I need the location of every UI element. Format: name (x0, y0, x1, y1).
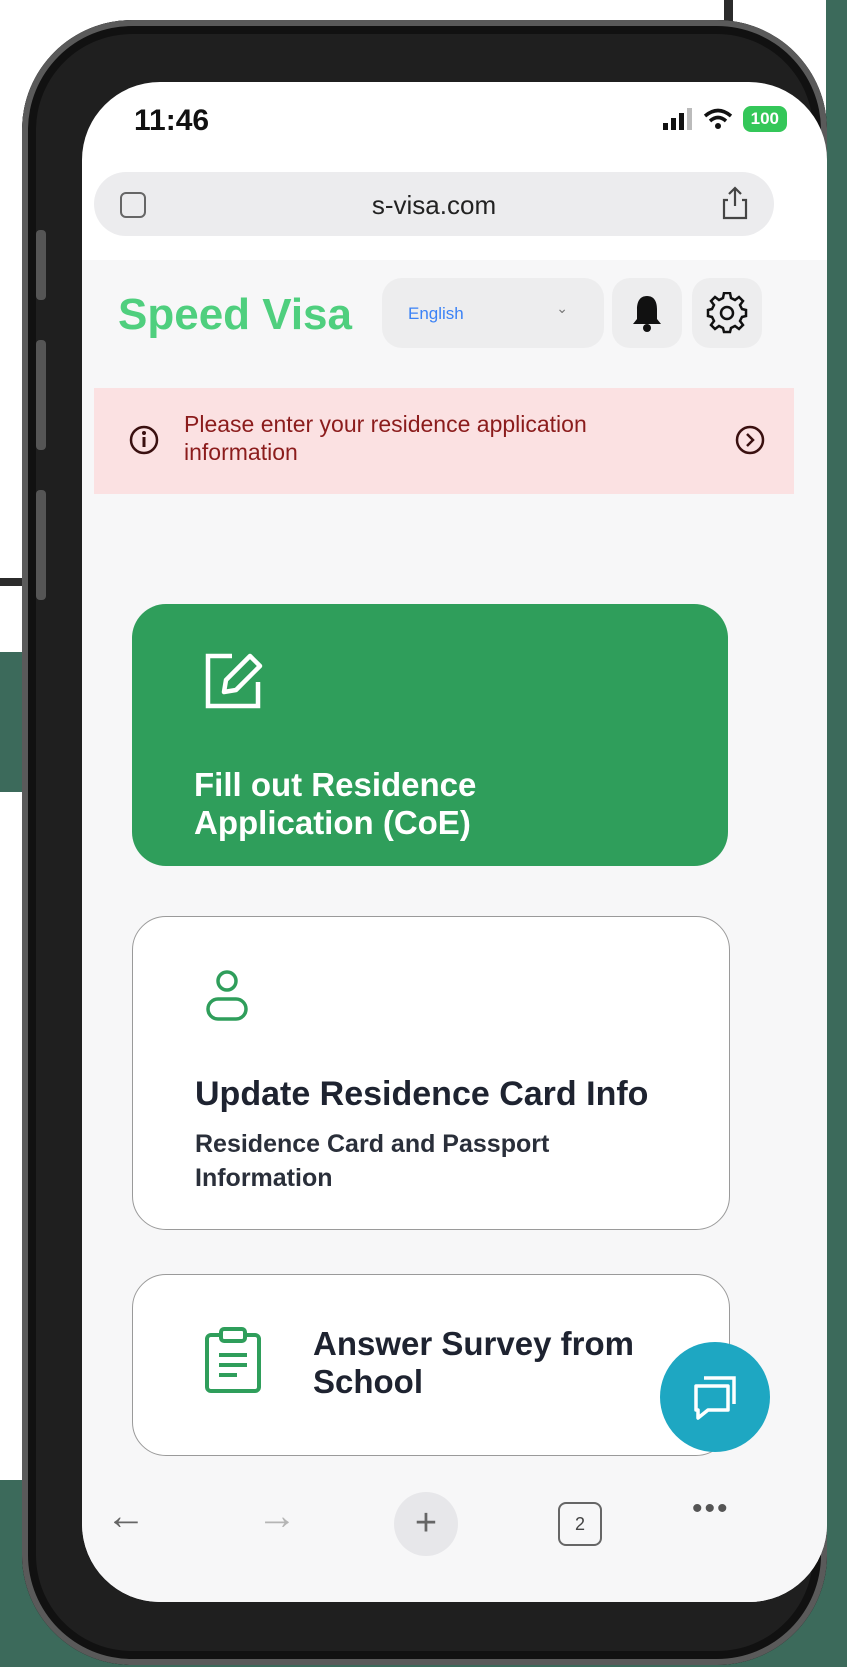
fill-coe-title-line: Fill out Residence (194, 766, 477, 803)
info-icon (129, 425, 159, 455)
survey-card[interactable]: Answer Survey from School (132, 1274, 730, 1456)
notifications-button[interactable] (612, 278, 682, 348)
update-residence-title: Update Residence Card Info (195, 1075, 649, 1113)
phone-side-button (36, 340, 46, 450)
background-panel-right (826, 0, 847, 1667)
edit-icon (205, 653, 263, 709)
status-bar: 11:46 100 (82, 82, 827, 160)
alert-banner[interactable]: Please enter your residence application … (94, 388, 794, 494)
forward-arrow-icon[interactable]: → (257, 1494, 297, 1539)
phone-screen: 11:46 100 s-visa.com Speed Visa English … (82, 82, 827, 1602)
main-content: Please enter your residence application … (82, 370, 827, 1500)
bell-icon (633, 296, 661, 332)
language-label: English (408, 304, 464, 323)
survey-title-line: Answer Survey from (313, 1325, 634, 1362)
language-select[interactable]: English ⌄ (382, 278, 604, 348)
phone-side-button (36, 230, 46, 300)
status-icons: 100 (662, 106, 787, 132)
status-time: 11:46 (134, 104, 210, 137)
back-arrow-icon[interactable]: ← (106, 1494, 146, 1539)
chat-icon (694, 1376, 736, 1420)
more-icon[interactable]: ••• (692, 1492, 730, 1526)
survey-title-line: School (313, 1363, 424, 1400)
chevron-down-icon: ⌄ (556, 300, 568, 316)
survey-title: Answer Survey from School (313, 1325, 634, 1401)
brand-logo[interactable]: Speed Visa (118, 290, 352, 340)
browser-toolbar: ← → + 2 ••• (82, 1470, 827, 1602)
settings-button[interactable] (692, 278, 762, 348)
plus-icon[interactable]: + (394, 1492, 458, 1556)
address-bar[interactable]: s-visa.com (94, 172, 774, 236)
battery-indicator: 100 (742, 106, 787, 132)
fill-coe-title-line: Application (CoE) (194, 804, 471, 841)
decorative-line (724, 0, 733, 22)
wifi-icon (703, 108, 732, 129)
update-residence-subtitle: Residence Card and Passport Information (195, 1130, 550, 1192)
user-icon (206, 970, 248, 1021)
update-residence-card[interactable]: Update Residence Card Info Residence Car… (132, 916, 730, 1230)
share-icon[interactable] (720, 186, 750, 220)
fill-coe-card[interactable]: Fill out Residence Application (CoE) (132, 604, 728, 866)
gear-icon (706, 292, 748, 334)
fill-coe-title: Fill out Residence Application (CoE) (194, 766, 476, 842)
url-text[interactable]: s-visa.com (94, 190, 774, 221)
phone-frame: 11:46 100 s-visa.com Speed Visa English … (22, 20, 827, 1665)
tabs-icon[interactable]: 2 (558, 1502, 602, 1546)
chat-button[interactable] (660, 1342, 770, 1452)
chevron-right-icon[interactable] (734, 424, 766, 456)
alert-text: Please enter your residence application … (184, 411, 587, 465)
phone-side-button (36, 490, 46, 600)
signal-icon (662, 108, 692, 130)
clipboard-icon (205, 1327, 261, 1393)
app-header: Speed Visa English ⌄ (82, 260, 827, 370)
